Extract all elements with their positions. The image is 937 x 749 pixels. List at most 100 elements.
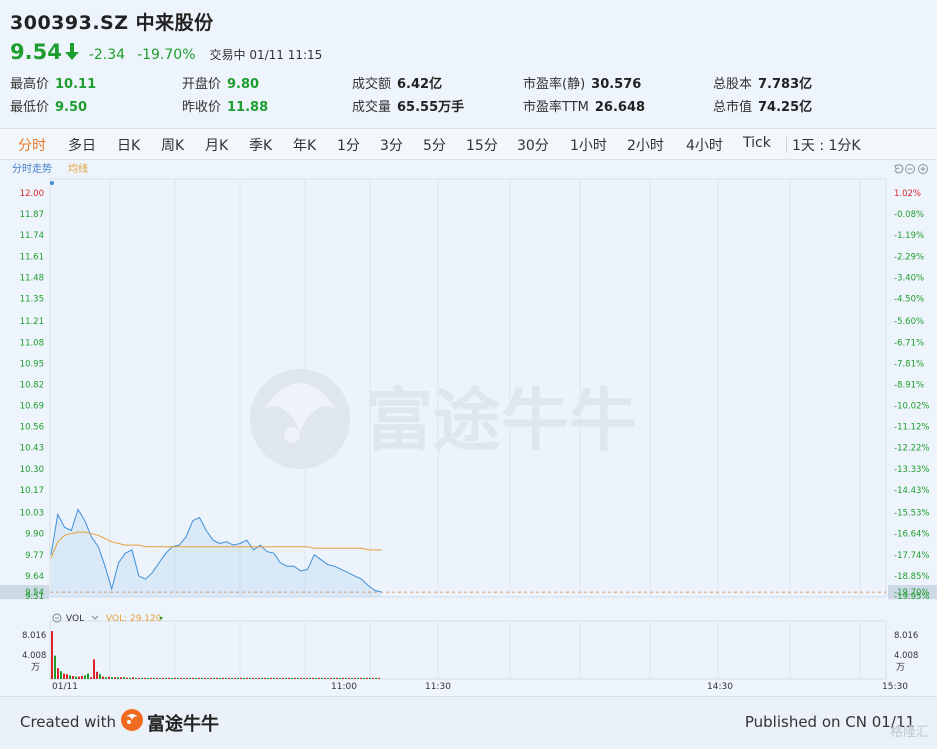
volume-bar [153,677,155,679]
tab-7[interactable]: 1分 [337,135,360,155]
stat-value: 30.576 [591,77,642,92]
volume-bar [63,673,65,679]
x-tick: 11:00 [331,682,357,692]
y-tick-right: -19.95% [894,592,929,602]
volume-bar [93,659,95,679]
tab-14[interactable]: 4小时 [686,135,723,155]
tab-12[interactable]: 1小时 [570,135,607,155]
tab-9[interactable]: 5分 [423,135,446,155]
volume-bar [135,677,137,679]
volume-bar [204,677,206,679]
tab-0[interactable]: 分时 [18,135,46,155]
volume-bar [141,677,143,679]
volume-bar [231,677,233,679]
period-tabs: 分时 多日 日K 周K 月K 季K 年K 1分 3分 5分 15分 30分 1小时 2小时 4小时 Tick 1… [0,128,937,160]
volume-bar [159,677,161,679]
volume-bar [300,677,302,679]
tab-15[interactable]: Tick [743,135,771,151]
volume-bar [156,677,158,679]
tab-5[interactable]: 季K [249,135,272,155]
volume-bar [126,677,128,679]
volume-bar [144,677,146,679]
tab-8[interactable]: 3分 [380,135,403,155]
tab-6[interactable]: 年K [293,135,316,155]
volume-bar [282,677,284,679]
stat-value: 65.55万手 [397,100,465,115]
volume-bar [120,677,122,679]
volume-bar [192,677,194,679]
tab-13[interactable]: 2小时 [627,135,664,155]
tab-4[interactable]: 月K [205,135,228,155]
trade-status: 交易中 01/11 11:15 [209,48,323,62]
vol-tick-right: 4.008 [894,651,918,661]
volume-bar [189,677,191,679]
stat-label: 市盈率(静) [523,77,586,92]
tab-3[interactable]: 周K [161,135,184,155]
volume-bar [123,677,125,679]
volume-bar [306,677,308,679]
volume-bar [285,677,287,679]
volume-bar [96,671,98,679]
y-tick-left: 10.17 [20,486,44,496]
volume-bar [219,677,221,679]
volume-bar [216,677,218,679]
volume-bar [342,677,344,679]
volume-bar [99,674,101,679]
volume-bar [369,677,371,679]
volume-bar [171,677,173,679]
volume-bar [318,677,320,679]
volume-bar [195,677,197,679]
tab-2[interactable]: 日K [117,135,140,155]
volume-bar [222,677,224,679]
tab-1[interactable]: 多日 [68,135,96,155]
volume-bar [102,676,104,679]
volume-bar [81,676,83,679]
stat-item: 最高价 10.11 [10,73,96,92]
y-tick-right: -11.12% [894,423,929,433]
x-tick: 14:30 [707,682,733,692]
tab-11[interactable]: 30分 [517,135,549,155]
chevron-down-icon[interactable] [91,615,99,620]
stat-label: 总市值 [713,100,753,115]
stat-item: 最低价 9.50 [10,96,87,115]
volume-bar [198,677,200,679]
volume-bar [255,677,257,679]
y-tick-right: -15.53% [894,509,929,519]
volume-bar [372,677,374,679]
volume-bar [225,677,227,679]
y-tick-right: -17.74% [894,551,929,561]
tab-16[interactable]: 1天 : 1分K [792,135,861,155]
volume-bar [168,677,170,679]
footer-brand: 富途牛牛 [147,714,219,735]
x-tick: 11:30 [425,682,451,692]
volume-bar [237,677,239,679]
volume-bar [54,655,56,679]
reset-icon[interactable] [894,164,904,174]
volume-bar [333,677,335,679]
stat-label: 开盘价 [182,77,222,92]
y-tick-right: -2.29% [894,252,924,262]
y-tick-right: -18.85% [894,572,929,582]
stat-item: 市盈率(静) 30.576 [523,73,641,92]
y-tick-right: -3.40% [894,273,924,283]
tab-10[interactable]: 15分 [466,135,498,155]
last-price: 9.54 [10,40,62,64]
y-tick-left: 11.61 [20,252,44,262]
volume-bar [51,631,53,679]
volume-bar [324,677,326,679]
volume-bar [138,677,140,679]
volume-bar [183,677,185,679]
vol-unit-right: 万 [896,663,905,673]
volume-bar [240,677,242,679]
volume-bar [210,677,212,679]
volume-bar [72,676,74,679]
volume-bar [243,677,245,679]
volume-bar [60,671,62,679]
volume-bar [165,677,167,679]
stat-value: 26.648 [594,100,646,115]
volume-bar [330,677,332,679]
stock-title: 300393.SZ 中来股份 [10,12,214,34]
x-tick: 01/11 [52,682,78,692]
y-tick-left: 9.51 [25,592,44,602]
volume-bar [312,677,314,679]
